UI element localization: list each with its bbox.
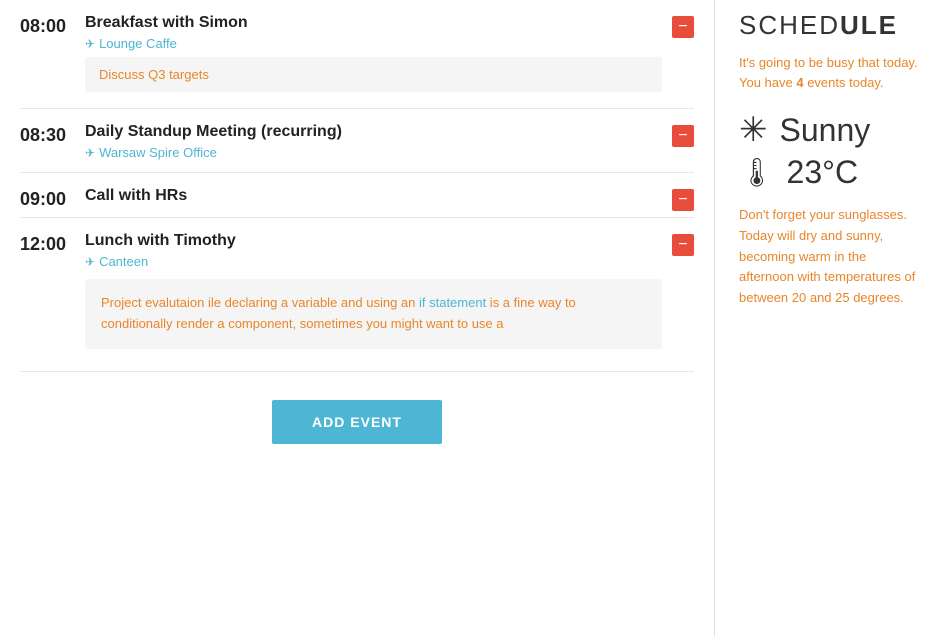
event-content: Breakfast with Simon ✈ Lounge Caffe Disc… (85, 14, 662, 102)
event-title: Breakfast with Simon (85, 14, 662, 32)
note-text-orange: Project evalutaion ile declaring a varia… (101, 295, 419, 310)
weather-description: Don't forget your sunglasses. Today will… (739, 205, 918, 309)
schedule-title: SCHEDULE (739, 10, 918, 41)
delete-event-button[interactable]: − (672, 189, 694, 211)
event-row: 08:30 Daily Standup Meeting (recurring) … (20, 109, 694, 173)
event-note-multiline: Project evalutaion ile declaring a varia… (85, 279, 662, 349)
event-row: 12:00 Lunch with Timothy ✈ Canteen Proje… (20, 218, 694, 372)
event-location[interactable]: ✈ Lounge Caffe (85, 36, 662, 51)
location-icon: ✈ (85, 146, 95, 160)
weather-temperature: 23°C (787, 154, 859, 191)
left-panel: 08:00 Breakfast with Simon ✈ Lounge Caff… (0, 0, 715, 637)
event-time: 09:00 (20, 187, 85, 210)
add-event-button[interactable]: ADD EVENT (272, 400, 442, 444)
add-event-container: ADD EVENT (20, 400, 694, 444)
schedule-title-bold: ULE (840, 10, 898, 40)
event-title: Call with HRs (85, 187, 662, 205)
event-note: Discuss Q3 targets (85, 57, 662, 92)
delete-event-button[interactable]: − (672, 16, 694, 38)
event-title: Daily Standup Meeting (recurring) (85, 123, 662, 141)
event-location[interactable]: ✈ Warsaw Spire Office (85, 145, 662, 160)
title-wrapper: SCHEDULE (739, 10, 918, 41)
event-content: Call with HRs (85, 187, 662, 209)
location-text: Canteen (99, 254, 148, 269)
location-text: Warsaw Spire Office (99, 145, 217, 160)
event-time: 12:00 (20, 232, 85, 255)
event-content: Daily Standup Meeting (recurring) ✈ Wars… (85, 123, 662, 166)
busy-end: events today. (804, 75, 884, 90)
busy-text: It's going to be busy that today. You ha… (739, 53, 918, 92)
weather-temp-row: 🌡 23°C (739, 154, 918, 191)
location-text: Lounge Caffe (99, 36, 177, 51)
location-icon: ✈ (85, 37, 95, 51)
thermometer-icon: 🌡 (739, 156, 775, 189)
event-count: 4 (796, 75, 803, 90)
delete-event-button[interactable]: − (672, 234, 694, 256)
weather-section: ✳ Sunny 🌡 23°C Don't forget your sunglas… (739, 110, 918, 309)
delete-event-button[interactable]: − (672, 125, 694, 147)
sun-icon: ✳ (739, 110, 768, 150)
weather-main: ✳ Sunny (739, 110, 918, 150)
event-row: 09:00 Call with HRs − (20, 173, 694, 218)
event-content: Lunch with Timothy ✈ Canteen Project eva… (85, 232, 662, 365)
weather-condition: Sunny (780, 112, 871, 149)
event-title: Lunch with Timothy (85, 232, 662, 250)
event-time: 08:30 (20, 123, 85, 146)
event-row: 08:00 Breakfast with Simon ✈ Lounge Caff… (20, 0, 694, 109)
event-time: 08:00 (20, 14, 85, 37)
location-icon: ✈ (85, 255, 95, 269)
right-panel: SCHEDULE It's going to be busy that toda… (715, 0, 942, 637)
event-location[interactable]: ✈ Canteen (85, 254, 662, 269)
note-text-blue: if statement (419, 295, 486, 310)
